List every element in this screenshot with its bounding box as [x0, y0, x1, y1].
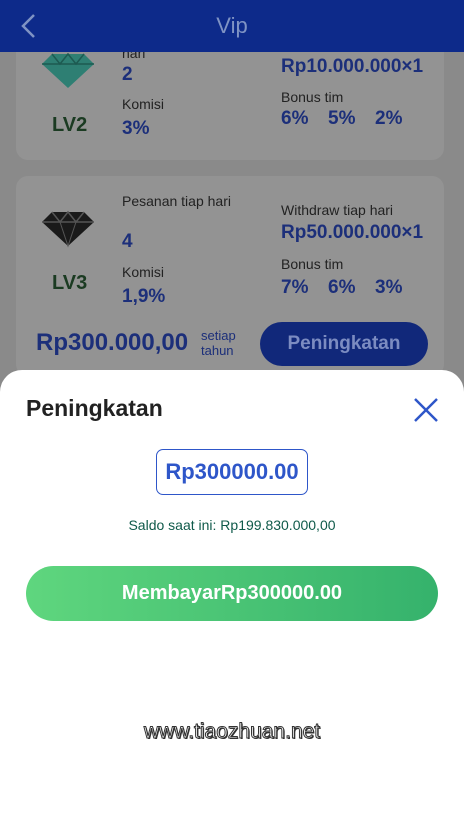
bonus-value-1: 6%	[281, 108, 309, 129]
bonus-label: Bonus tim	[281, 89, 344, 105]
withdraw-label: Withdraw tiap hari	[281, 202, 394, 218]
vip-price: Rp300.000,00	[36, 329, 189, 356]
amount-display: Rp300000.00	[156, 449, 308, 495]
price-period: setiap tahun	[201, 328, 236, 358]
orders-value: 4	[122, 231, 133, 252]
bonus-value-2: 5%	[328, 108, 356, 129]
commission-label: Komisi	[122, 96, 165, 112]
bonus-value-3: 2%	[375, 108, 403, 129]
close-icon[interactable]	[410, 394, 442, 426]
sheet-title: Peningkatan	[26, 395, 163, 421]
commission-value: 3%	[122, 118, 150, 139]
level-label: LV3	[52, 272, 88, 294]
withdraw-value: Rp10.000.000×1	[281, 56, 424, 77]
orders-label: hari	[122, 52, 146, 61]
bonus-value-1: 7%	[281, 277, 309, 298]
withdraw-value: Rp50.000.000×1	[281, 222, 424, 243]
bonus-value-3: 3%	[375, 277, 403, 298]
upgrade-sheet: Peningkatan Rp300000.00 Saldo saat ini: …	[0, 370, 464, 815]
watermark: www.tiaozhuan.net	[143, 720, 321, 744]
back-arrow-icon[interactable]	[16, 12, 44, 40]
current-balance: Saldo saat ini: Rp199.830.000,00	[128, 517, 336, 533]
bonus-value-2: 6%	[328, 277, 356, 298]
level-label: LV2	[52, 114, 88, 136]
bonus-label: Bonus tim	[281, 256, 344, 272]
pay-button[interactable]: MembayarRp300000.00	[26, 566, 438, 621]
diamond-icon	[42, 52, 94, 88]
page-title: Vip	[216, 13, 248, 38]
header-bar: Vip	[0, 0, 464, 52]
orders-value: 2	[122, 64, 133, 85]
vip-card-lv2: LV2 hari 2 Komisi 3% Rp10.000.000×1 Bonu…	[16, 52, 444, 160]
commission-value: 1,9%	[122, 286, 166, 307]
commission-label: Komisi	[122, 264, 165, 280]
diamond-icon	[42, 210, 94, 248]
orders-label: Pesanan tiap hari	[122, 193, 231, 209]
upgrade-button[interactable]: Peningkatan	[260, 322, 428, 366]
